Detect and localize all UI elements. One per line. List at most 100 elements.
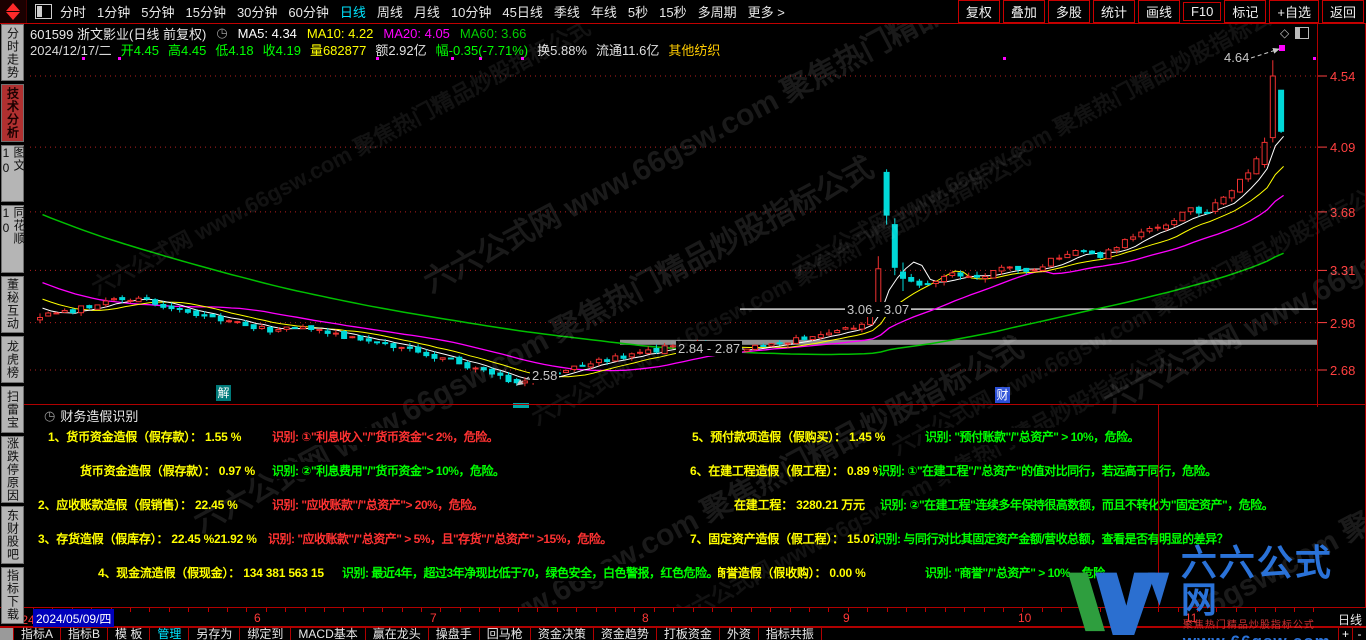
period-item-30分钟[interactable]: 30分钟 bbox=[237, 2, 277, 21]
sidebar-item-扫雷宝[interactable]: 扫雷宝 bbox=[1, 386, 24, 433]
candle-body bbox=[79, 306, 84, 313]
period-item-10分钟[interactable]: 10分钟 bbox=[451, 2, 491, 21]
candle-body bbox=[1172, 221, 1177, 225]
candle-body bbox=[1254, 159, 1259, 174]
candle-body bbox=[185, 310, 190, 313]
event-marker-财[interactable]: 财 bbox=[995, 387, 1010, 403]
tab-另存为[interactable]: 另存为 bbox=[189, 628, 240, 640]
tool-button-+自选[interactable]: +自选 bbox=[1269, 0, 1319, 23]
candle-body bbox=[1016, 266, 1021, 269]
period-item-年线[interactable]: 年线 bbox=[591, 2, 617, 21]
period-item-45日线[interactable]: 45日线 bbox=[502, 2, 542, 21]
period-item-月线[interactable]: 月线 bbox=[414, 2, 440, 21]
window-split-icon[interactable] bbox=[35, 4, 52, 19]
timeline-tick bbox=[731, 608, 732, 612]
period-item-15分钟[interactable]: 15分钟 bbox=[185, 2, 225, 21]
tool-button-统计[interactable]: 统计 bbox=[1093, 0, 1135, 23]
period-item-多周期[interactable]: 多周期 bbox=[698, 2, 737, 21]
candle-body bbox=[975, 275, 980, 277]
tab-指标共振[interactable]: 指标共振 bbox=[759, 628, 822, 640]
period-item-周线[interactable]: 周线 bbox=[377, 2, 403, 21]
period-item-15秒[interactable]: 15秒 bbox=[659, 2, 686, 21]
sidebar-item-涨跌停原因[interactable]: 涨跌停原因 bbox=[1, 436, 24, 504]
ma-token: MA60: 3.66 bbox=[460, 26, 527, 41]
tool-button-F10[interactable]: F10 bbox=[1183, 2, 1221, 21]
period-item-1分钟[interactable]: 1分钟 bbox=[97, 2, 130, 21]
indicator-icon[interactable]: ◷ bbox=[44, 408, 55, 424]
candle-body bbox=[646, 350, 651, 354]
candle-body bbox=[1262, 142, 1267, 164]
candle-body bbox=[670, 346, 675, 347]
candle-body bbox=[309, 326, 314, 330]
period-item-5秒[interactable]: 5秒 bbox=[628, 2, 648, 21]
updown-arrows-icon[interactable] bbox=[0, 0, 27, 23]
candle-body bbox=[942, 276, 947, 281]
event-marker-解[interactable]: 解 bbox=[216, 385, 231, 401]
tab-模板[interactable]: 模 板 bbox=[108, 628, 150, 640]
candle-body bbox=[473, 368, 478, 369]
y-axis-tick-label: 4.09 bbox=[1330, 140, 1355, 155]
candle-body bbox=[769, 344, 774, 346]
tab-资金决策[interactable]: 资金决策 bbox=[531, 628, 594, 640]
period-item-分时[interactable]: 分时 bbox=[60, 2, 86, 21]
timeline-month-7: 7 bbox=[430, 611, 437, 625]
candle-body bbox=[892, 225, 897, 268]
candle-body bbox=[54, 313, 59, 314]
site-logo: 六六公式网 聚焦热门精品炒股指标公式 www.66gsw.com bbox=[1066, 554, 1366, 640]
top-menu-bar: 分时 1分钟 5分钟 15分钟 30分钟 60分钟日线周线月线 10分钟 45日线季线年线 5秒… bbox=[0, 0, 1366, 24]
fraud-row-value: 0.97 % bbox=[219, 464, 255, 478]
sidebar-item-分时走势[interactable]: 分时走势 bbox=[1, 24, 24, 81]
diamond-icon[interactable]: ◇ bbox=[1280, 26, 1289, 40]
candle-body bbox=[605, 360, 610, 362]
sidebar-item-东财股吧[interactable]: 东财股吧 bbox=[1, 506, 24, 563]
tool-button-叠加[interactable]: 叠加 bbox=[1003, 0, 1045, 23]
period-item-日线[interactable]: 日线 bbox=[340, 2, 366, 21]
tab-指标A[interactable]: 指标A bbox=[14, 628, 61, 640]
selected-date-box[interactable]: 2024/05/09/四 bbox=[33, 609, 114, 628]
period-item-更多 >[interactable]: 更多 > bbox=[748, 2, 785, 21]
tab-指标B[interactable]: 指标B bbox=[61, 628, 108, 640]
period-item-5分钟[interactable]: 5分钟 bbox=[141, 2, 174, 21]
sidebar-item-技术分析[interactable]: 技术分析 bbox=[1, 84, 24, 141]
tool-button-画线[interactable]: 画线 bbox=[1138, 0, 1180, 23]
candle-body bbox=[1122, 240, 1127, 248]
fraud-row-label-left: 4、现金流造假（假现金）： 134 381 563 15 bbox=[98, 564, 324, 581]
candle-body bbox=[481, 368, 486, 370]
candle-body bbox=[1139, 232, 1144, 237]
candle-body bbox=[884, 172, 889, 215]
tab-打板资金[interactable]: 打板资金 bbox=[657, 628, 720, 640]
quote-token: 开4.45 bbox=[121, 40, 159, 59]
tab-管理[interactable]: 管理 bbox=[150, 628, 189, 640]
sidebar-item-董秘互动[interactable]: 董秘互动 bbox=[1, 276, 24, 333]
period-item-60分钟[interactable]: 60分钟 bbox=[288, 2, 328, 21]
quote-token: 额2.92亿 bbox=[375, 40, 426, 59]
tab-资金趋势[interactable]: 资金趋势 bbox=[594, 628, 657, 640]
tab-外资[interactable]: 外资 bbox=[720, 628, 759, 640]
tab-操盘手[interactable]: 操盘手 bbox=[429, 628, 480, 640]
tool-button-复权[interactable]: 复权 bbox=[958, 0, 1000, 23]
logo-url[interactable]: www.66gsw.com bbox=[1183, 633, 1366, 640]
sidebar-item-指标下载[interactable]: 指标下载 bbox=[1, 567, 24, 624]
candle-body bbox=[1114, 248, 1119, 251]
candle-body bbox=[70, 310, 75, 313]
tab-绑定到[interactable]: 绑定到 bbox=[240, 628, 291, 640]
tab-MACD基本[interactable]: MACD基本 bbox=[291, 628, 365, 640]
sidebar-item-龙虎榜[interactable]: 龙虎榜 bbox=[1, 336, 24, 383]
sidebar-item-同花顺10[interactable]: 同花顺10 bbox=[1, 205, 24, 273]
tab-回马枪[interactable]: 回马枪 bbox=[480, 628, 531, 640]
tool-button-返回[interactable]: 返回 bbox=[1322, 0, 1364, 23]
period-item-季线[interactable]: 季线 bbox=[554, 2, 580, 21]
watermark: 六六公式网 www.66gsw.com 聚焦热门精品炒股指标公式 bbox=[785, 0, 1295, 282]
candle-body bbox=[1048, 258, 1053, 266]
timeline-tick bbox=[285, 608, 286, 612]
timeline-tick bbox=[557, 608, 558, 612]
candle-body bbox=[317, 330, 322, 331]
timeline-tick bbox=[828, 608, 829, 612]
pane-icon[interactable] bbox=[1295, 27, 1309, 39]
timeline-tick bbox=[887, 608, 888, 612]
tool-button-标记[interactable]: 标记 bbox=[1224, 0, 1266, 23]
clock-icon[interactable]: ◷ bbox=[216, 25, 227, 41]
tab-赢在龙头[interactable]: 赢在龙头 bbox=[366, 628, 429, 640]
tool-button-多股[interactable]: 多股 bbox=[1048, 0, 1090, 23]
sidebar-item-图文10[interactable]: 图文10 bbox=[1, 145, 24, 202]
